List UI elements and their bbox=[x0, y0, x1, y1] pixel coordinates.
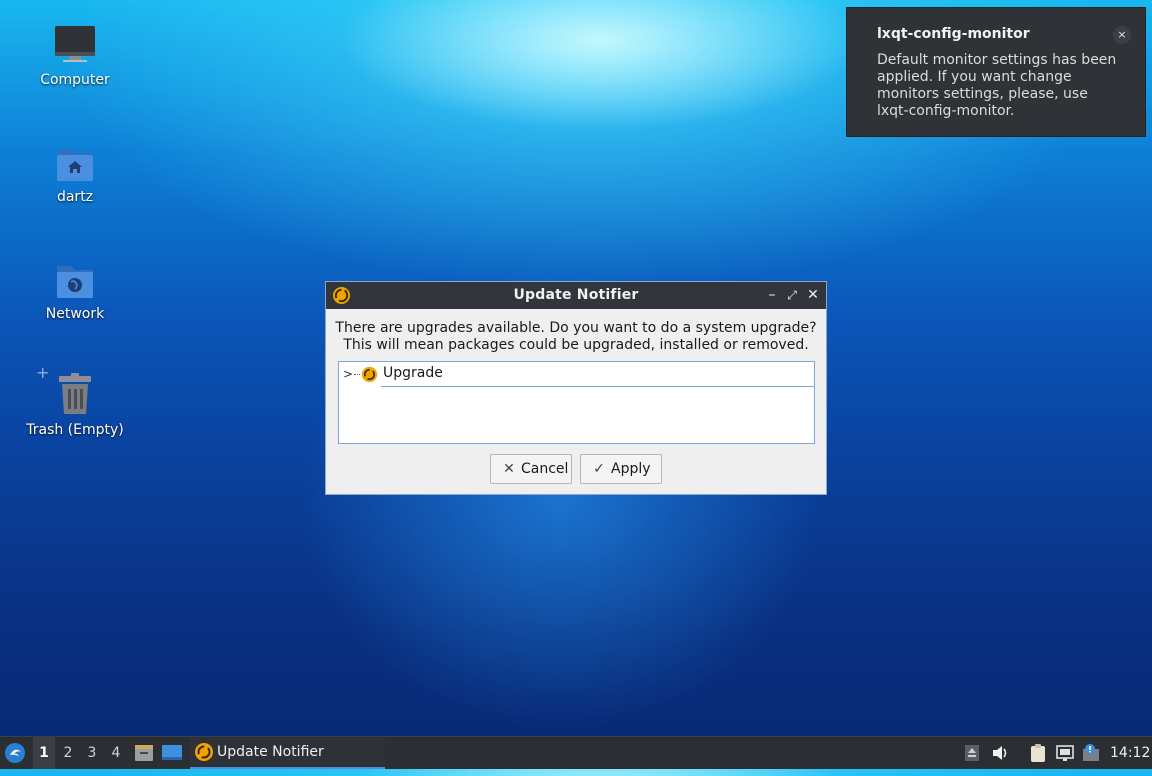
desktop-icon-home[interactable]: dartz bbox=[20, 139, 130, 205]
taskbar-task-update-notifier[interactable]: Update Notifier bbox=[190, 737, 385, 769]
message-line-2: This will mean packages could be upgrade… bbox=[343, 337, 809, 353]
notification-title: lxqt-config-monitor bbox=[877, 26, 1030, 42]
desktop-icon bbox=[162, 745, 182, 760]
checkmark-icon: ✓ bbox=[593, 461, 605, 477]
tree-row-upgrade[interactable]: > Upgrade bbox=[339, 362, 814, 387]
file-manager-icon bbox=[135, 745, 153, 761]
close-button[interactable]: ✕ bbox=[804, 286, 822, 304]
maximize-button[interactable]: ⤢ bbox=[783, 286, 801, 304]
workspace-2[interactable]: 2 bbox=[57, 737, 79, 769]
expand-chevron-icon[interactable]: > bbox=[343, 367, 353, 381]
file-manager-launcher[interactable] bbox=[133, 737, 155, 769]
notification-popup[interactable]: lxqt-config-monitor × Default monitor se… bbox=[846, 7, 1146, 137]
notification-body: Default monitor settings has been applie… bbox=[877, 52, 1117, 119]
upgrade-tree[interactable]: > Upgrade bbox=[338, 361, 815, 444]
desktop-icon-label: Trash (Empty) bbox=[26, 422, 124, 438]
desktop-icon-network[interactable]: Network bbox=[20, 256, 130, 322]
apply-label: Apply bbox=[611, 461, 651, 477]
dialog-title: Update Notifier bbox=[513, 287, 639, 303]
network-folder-icon bbox=[51, 256, 99, 304]
message-line-1: There are upgrades available. Do you wan… bbox=[335, 320, 817, 336]
apply-button[interactable]: ✓ Apply bbox=[580, 454, 662, 484]
dialog-titlebar[interactable]: Update Notifier – ⤢ ✕ bbox=[326, 282, 826, 309]
notification-close-button[interactable]: × bbox=[1113, 26, 1131, 44]
cancel-icon: ✕ bbox=[503, 461, 515, 477]
show-desktop-button[interactable] bbox=[161, 737, 185, 769]
lubuntu-logo-icon bbox=[5, 743, 25, 763]
home-folder-icon bbox=[51, 139, 99, 187]
desktop-icon-label: Network bbox=[45, 306, 105, 322]
network-icon[interactable] bbox=[1055, 743, 1075, 763]
desktop-icon-label: dartz bbox=[56, 189, 94, 205]
workspace-1[interactable]: 1 bbox=[33, 737, 55, 769]
volume-icon[interactable] bbox=[990, 743, 1010, 763]
desktop-grid-marker: + bbox=[36, 363, 50, 382]
main-menu-button[interactable] bbox=[4, 737, 28, 769]
update-alert-icon[interactable] bbox=[1081, 743, 1101, 763]
cancel-label: Cancel bbox=[521, 461, 569, 477]
dialog-message: There are upgrades available. Do you wan… bbox=[326, 320, 826, 354]
update-notifier-dialog: Update Notifier – ⤢ ✕ There are upgrades… bbox=[325, 281, 827, 495]
update-icon bbox=[361, 366, 378, 383]
workspace-4[interactable]: 4 bbox=[105, 737, 127, 769]
tree-item-label: Upgrade bbox=[383, 365, 443, 381]
desktop-icon-computer[interactable]: Computer bbox=[20, 22, 130, 88]
desktop-icon-label: Computer bbox=[40, 72, 110, 88]
task-label: Update Notifier bbox=[217, 744, 324, 760]
clock[interactable]: 14:12 bbox=[1110, 737, 1150, 769]
trash-icon bbox=[51, 372, 99, 420]
update-notifier-icon bbox=[195, 743, 213, 761]
taskbar: 1 2 3 4 Update Notifier 14:12 bbox=[0, 736, 1152, 769]
cancel-button[interactable]: ✕ Cancel bbox=[490, 454, 572, 484]
computer-icon bbox=[51, 22, 99, 70]
tree-row-separator bbox=[381, 386, 814, 387]
workspace-3[interactable]: 3 bbox=[81, 737, 103, 769]
tree-branch-line bbox=[354, 374, 360, 375]
clipboard-icon[interactable] bbox=[1028, 743, 1048, 763]
tray-arrow-icon[interactable] bbox=[962, 743, 982, 763]
minimize-button[interactable]: – bbox=[763, 286, 781, 304]
